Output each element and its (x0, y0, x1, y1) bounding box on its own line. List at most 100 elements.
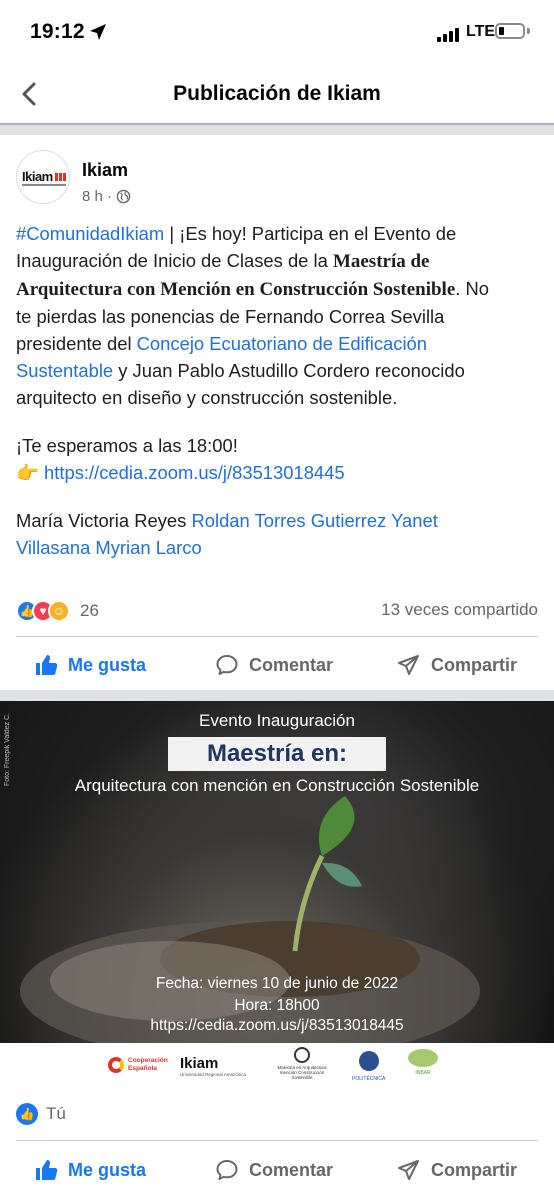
post-text-segment: arquitecto en diseño y construcción sost… (16, 387, 398, 408)
photo-date: Fecha: viernes 10 de junio de 2022 (155, 975, 399, 992)
tag-plain: María Victoria Reyes (16, 510, 192, 531)
post-text-segment: presidente del (16, 333, 137, 354)
politecnica-text: POLITÉCNICA (352, 1076, 386, 1082)
post-body: #ComunidadIkiam | ¡Es hoy! Participa en … (16, 220, 540, 561)
post-text-segment: | ¡Es hoy! Participa en el Evento de (164, 223, 457, 244)
reaction-count: 26 (80, 601, 99, 620)
cooperacion-text: Cooperación Española (128, 1057, 168, 1072)
network-type: LTE (466, 23, 496, 40)
post-line: Inauguración de Inicio de Clases de la M… (16, 247, 540, 275)
share-count[interactable]: 13 veces compartido (381, 600, 538, 620)
post-bold-segment: Arquitectura con Mención en Construcción… (16, 279, 456, 300)
logo-subline (22, 184, 66, 186)
page-name[interactable]: Ikiam (82, 160, 128, 181)
politecnica-mark (358, 1051, 379, 1071)
like-button[interactable]: Me gusta (34, 640, 146, 690)
post-line: 👉 https://cedia.zoom.us/j/83513018445 (16, 459, 540, 486)
cellular-signal-icon (437, 26, 463, 42)
post-meta: 8 h · (82, 188, 131, 205)
page-avatar[interactable]: Ikiam (16, 150, 70, 204)
inbar-mark (408, 1049, 438, 1067)
photo-action-bar: Me gusta Comentar Compartir (0, 1145, 554, 1195)
post-text-segment: y Juan Pablo Astudillo Cordero reconocid… (113, 360, 465, 381)
status-bar: 19:12 LTE (0, 0, 554, 62)
partner-logos: Cooperación Española Ikiam Universidad R… (0, 1043, 554, 1093)
cooperacion-mark (108, 1057, 124, 1073)
logo-maestria: Maestría en Arquitectura mención Constru… (270, 1047, 334, 1080)
share-button[interactable]: Compartir (397, 640, 517, 690)
comment-icon (216, 1160, 238, 1180)
post-text-segment: Inauguración de Inicio de Clases de la (16, 250, 333, 271)
comment-button[interactable]: Comentar (215, 1145, 333, 1195)
ikiam-logo-sub: Universidad Regional Amazónica (180, 1072, 247, 1077)
inbar-text: INBAR (415, 1070, 431, 1076)
mention-link[interactable]: Sustentable (16, 360, 113, 381)
logo-inbar: INBAR (408, 1049, 438, 1076)
comment-button[interactable]: Comentar (215, 640, 333, 690)
location-arrow-icon (90, 24, 106, 40)
ikiam-logo-text: Ikiam (180, 1055, 219, 1072)
share-arrow-icon (398, 655, 419, 675)
like-reaction-icon: 👍 (16, 1103, 38, 1125)
post-line: Sustentable y Juan Pablo Astudillo Corde… (16, 357, 540, 384)
post-text-segment: te pierdas las ponencias de Fernando Cor… (16, 306, 445, 327)
divider (16, 636, 538, 637)
logo-ikiam: Ikiam Universidad Regional Amazónica (180, 1055, 246, 1077)
status-time: 19:12 (30, 20, 85, 43)
pointing-hand-icon: 👉 (16, 462, 39, 483)
nav-bar: Publicación de Ikiam (0, 62, 554, 124)
action-bar: Me gusta Comentar Compartir (0, 640, 554, 690)
comment-label: Comentar (249, 654, 334, 675)
like-label: Me gusta (68, 654, 147, 675)
divider (16, 1140, 538, 1141)
logo-politecnica: POLITÉCNICA (352, 1051, 385, 1082)
post-line: presidente del Concejo Ecuatoriano de Ed… (16, 330, 540, 357)
share-arrow-icon (398, 1160, 419, 1180)
photo-reaction-summary[interactable]: 👍 Tú (16, 1103, 66, 1125)
tag-link[interactable]: Roldan Torres Gutierrez Yanet (191, 510, 437, 531)
thumbs-up-icon (36, 1160, 58, 1180)
wait-text: ¡Te esperamos a las 18:00! (16, 435, 238, 456)
maestria-text: Maestría en Arquitectura mención Constru… (277, 1065, 327, 1080)
comment-icon (216, 655, 238, 675)
thumbs-up-icon (36, 655, 58, 675)
globe-icon (116, 189, 131, 204)
share-label: Compartir (431, 654, 518, 675)
maestria-mark (294, 1047, 310, 1063)
battery-tip (527, 28, 530, 34)
post-text-segment: . No (455, 278, 490, 299)
post-bold-segment: Maestría de (332, 251, 430, 272)
avatar-logo-text: Ikiam (22, 169, 53, 184)
post-line: arquitecto en diseño y construcción sost… (16, 384, 540, 411)
like-button[interactable]: Me gusta (34, 1145, 146, 1195)
post-line: te pierdas las ponencias de Fernando Cor… (16, 303, 540, 330)
photo-hour: Hora: 18h00 (234, 997, 320, 1014)
post-photo[interactable]: Foto: Freepik Valdez C. Evento Inaugurac… (0, 701, 554, 1043)
post-line: Arquitectura con Mención en Construcción… (16, 275, 540, 303)
logo-mark (55, 173, 67, 181)
battery-icon (495, 23, 525, 39)
mention-link[interactable]: Concejo Ecuatoriano de Edificación (137, 333, 427, 354)
post-line: #ComunidadIkiam | ¡Es hoy! Participa en … (16, 220, 540, 247)
reactor-name: Tú (46, 1104, 66, 1123)
tag-link[interactable]: Villasana Myrian Larco (16, 537, 202, 558)
share-label: Compartir (431, 1159, 518, 1180)
post-line: Villasana Myrian Larco (16, 534, 540, 561)
zoom-link[interactable]: https://cedia.zoom.us/j/83513018445 (44, 462, 345, 483)
share-button[interactable]: Compartir (397, 1145, 517, 1195)
divider (0, 690, 554, 701)
like-label: Me gusta (68, 1159, 147, 1180)
post-line: María Victoria Reyes Roldan Torres Gutie… (16, 507, 540, 534)
care-reaction-icon: ☺ (48, 600, 70, 622)
comment-label: Comentar (249, 1159, 334, 1180)
photo-link: https://cedia.zoom.us/j/83513018445 (150, 1017, 404, 1034)
hashtag-link[interactable]: #ComunidadIkiam (16, 223, 164, 244)
reaction-summary[interactable]: 👍 ♥ ☺ 26 (16, 598, 99, 624)
meta-dot: · (106, 188, 112, 205)
page-title: Publicación de Ikiam (173, 82, 381, 105)
divider (0, 123, 554, 135)
post-time[interactable]: 8 h (82, 188, 103, 205)
logo-cooperacion: Cooperación Española (108, 1057, 168, 1073)
